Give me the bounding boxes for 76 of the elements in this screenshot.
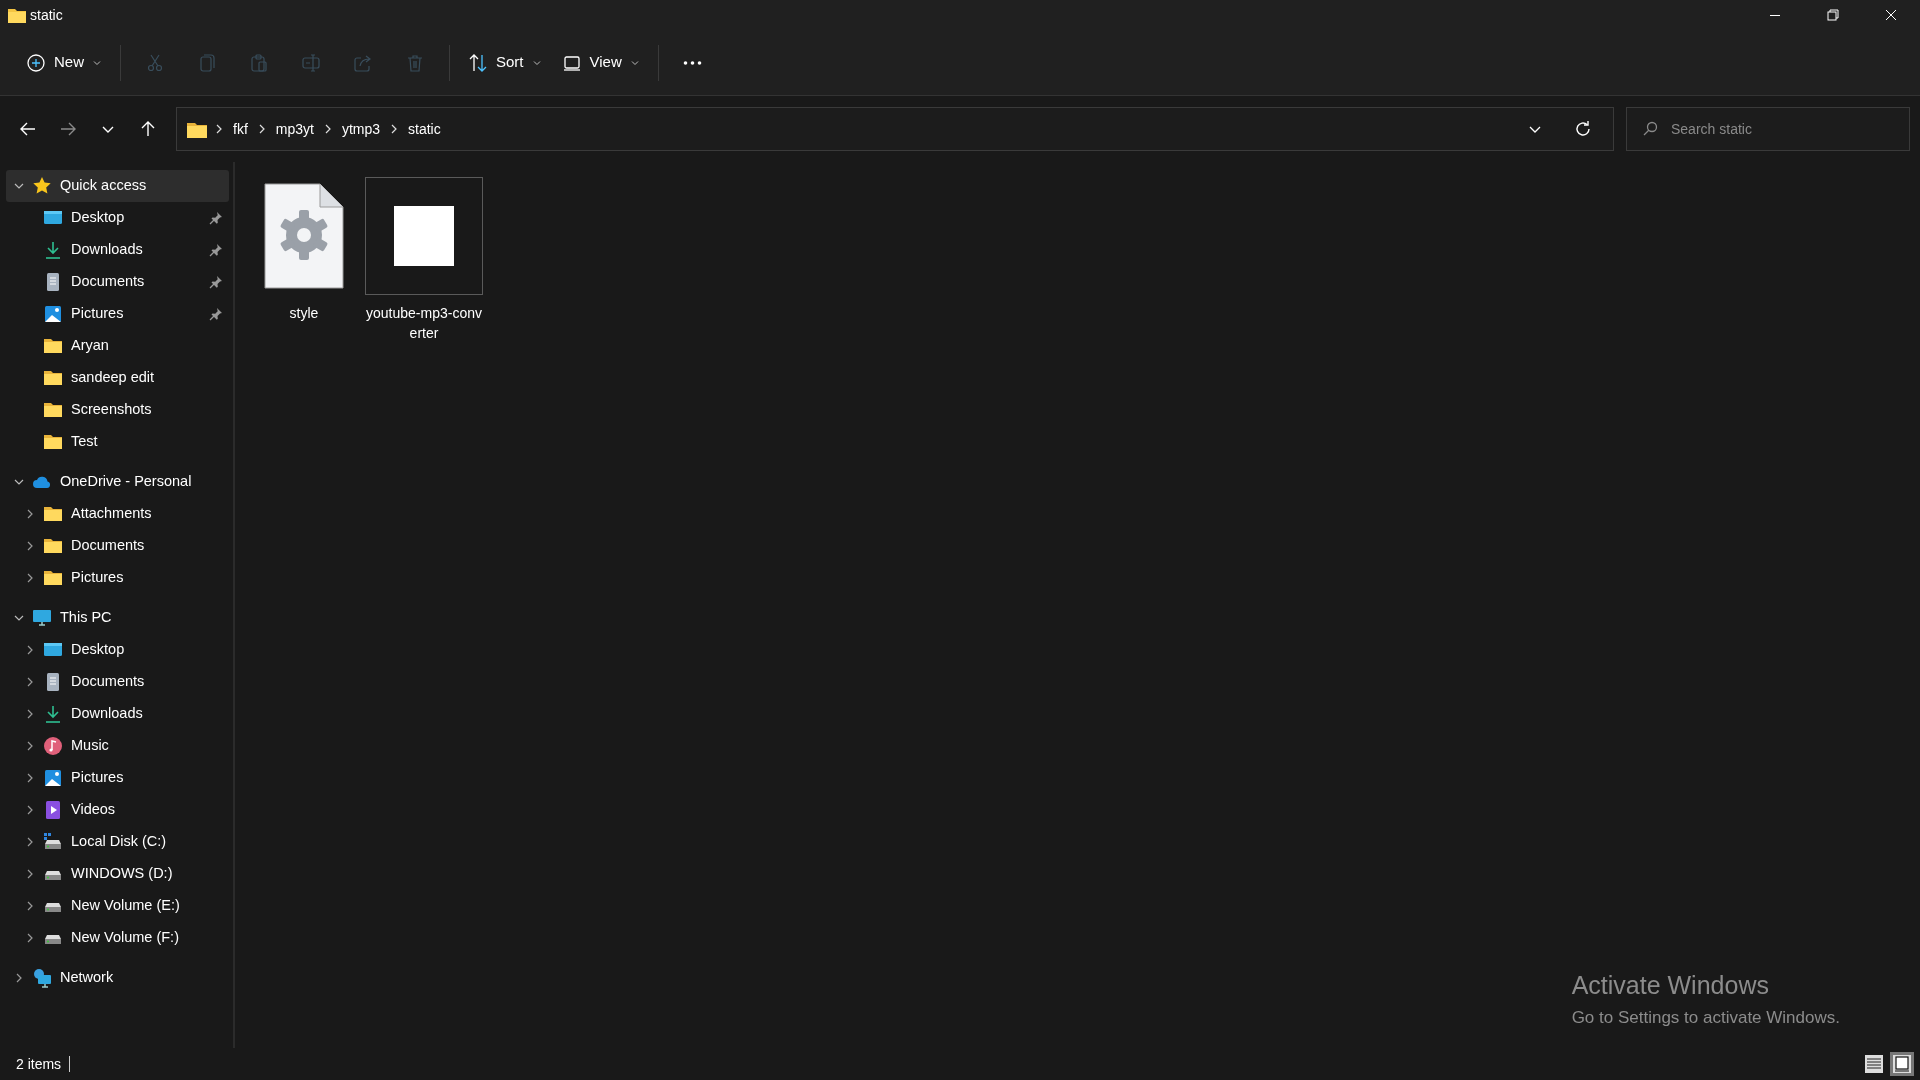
sidebar-item[interactable]: Network	[6, 962, 229, 994]
search-field[interactable]: Search static	[1626, 107, 1910, 151]
picture-icon	[43, 304, 63, 324]
settings-file-icon	[264, 183, 344, 289]
view-button[interactable]: View	[551, 42, 650, 83]
sidebar-item[interactable]: Videos	[6, 794, 229, 826]
folder-icon	[43, 400, 63, 420]
video-icon	[43, 800, 63, 820]
sidebar-item[interactable]: sandeep edit	[6, 362, 229, 394]
folder-icon	[43, 504, 63, 524]
monitor-icon	[32, 608, 52, 628]
chevron-right-icon	[390, 124, 399, 134]
network-icon	[32, 968, 52, 988]
details-view-button[interactable]	[1862, 1052, 1886, 1076]
sidebar-item[interactable]: Local Disk (C:)	[6, 826, 229, 858]
image-thumbnail	[394, 206, 454, 266]
sidebar-item[interactable]: Documents	[6, 266, 229, 298]
chevron-right-icon	[257, 124, 266, 134]
folder-icon	[187, 120, 207, 138]
sidebar-item[interactable]: Documents	[6, 530, 229, 562]
sidebar-item[interactable]: Test	[6, 426, 229, 458]
new-button[interactable]: New	[16, 42, 112, 83]
square-icon	[1892, 1054, 1912, 1074]
star-icon	[32, 176, 52, 196]
sidebar-item[interactable]: OneDrive - Personal	[6, 466, 229, 498]
sidebar-item[interactable]: This PC	[6, 602, 229, 634]
sidebar-item[interactable]: Documents	[6, 666, 229, 698]
activation-message: Go to Settings to activate Windows.	[1571, 1006, 1840, 1029]
sidebar-item[interactable]: Music	[6, 730, 229, 762]
sidebar-item[interactable]: Desktop	[6, 202, 229, 234]
chevron-right-icon	[215, 124, 223, 134]
sidebar-item[interactable]: WINDOWS (D:)	[6, 858, 229, 890]
breadcrumb[interactable]: ytmp3	[339, 118, 383, 140]
folder-icon	[43, 536, 63, 556]
sidebar-item[interactable]: Pictures	[6, 298, 229, 330]
folder-icon	[43, 368, 63, 388]
chevron-right-icon	[323, 124, 332, 134]
refresh-icon	[1574, 120, 1592, 138]
sidebar-item[interactable]: Pictures	[6, 562, 229, 594]
sidebar-item[interactable]: Aryan	[6, 330, 229, 362]
breadcrumb[interactable]: mp3yt	[273, 118, 316, 140]
download-arrow-icon	[43, 240, 63, 260]
activation-title: Activate Windows	[1571, 970, 1770, 1001]
up-arrow-icon	[139, 120, 157, 138]
folder-icon	[43, 336, 63, 356]
drive-icon	[43, 832, 63, 852]
sidebar-item[interactable]: Screenshots	[6, 394, 229, 426]
music-note-icon	[43, 736, 63, 756]
sidebar-item[interactable]: Pictures	[6, 762, 229, 794]
restore-icon	[1825, 7, 1841, 23]
sidebar-item[interactable]: New Volume (E:)	[6, 890, 229, 922]
sort-button[interactable]: Sort	[458, 42, 552, 83]
search-icon	[1642, 121, 1658, 137]
sidebar-item[interactable]: Downloads	[6, 698, 229, 730]
item-count: 2 items	[16, 1054, 62, 1074]
file-item[interactable]: style	[245, 176, 363, 332]
address-bar[interactable]: fkf mp3yt ytmp3 static	[176, 107, 1614, 151]
breadcrumb[interactable]: fkf	[231, 118, 250, 140]
folder-icon	[43, 432, 63, 452]
breadcrumb[interactable]: static	[406, 118, 443, 140]
picture-icon	[43, 768, 63, 788]
close-icon	[1883, 7, 1899, 23]
window-title: static	[30, 5, 63, 25]
minimize-icon	[1770, 14, 1780, 16]
list-lines-icon	[1864, 1054, 1884, 1074]
sidebar-item[interactable]: Quick access	[6, 170, 229, 202]
sidebar-item[interactable]: Downloads	[6, 234, 229, 266]
folder-icon	[8, 7, 26, 23]
sidebar-item[interactable]: Attachments	[6, 498, 229, 530]
sidebar-item[interactable]: Desktop	[6, 634, 229, 666]
forward-arrow-icon	[59, 120, 77, 138]
download-arrow-icon	[43, 704, 63, 724]
large-icons-view-button[interactable]	[1890, 1052, 1914, 1076]
folder-icon	[43, 568, 63, 588]
sidebar-item[interactable]: New Volume (F:)	[6, 922, 229, 954]
back-arrow-icon	[19, 120, 37, 138]
